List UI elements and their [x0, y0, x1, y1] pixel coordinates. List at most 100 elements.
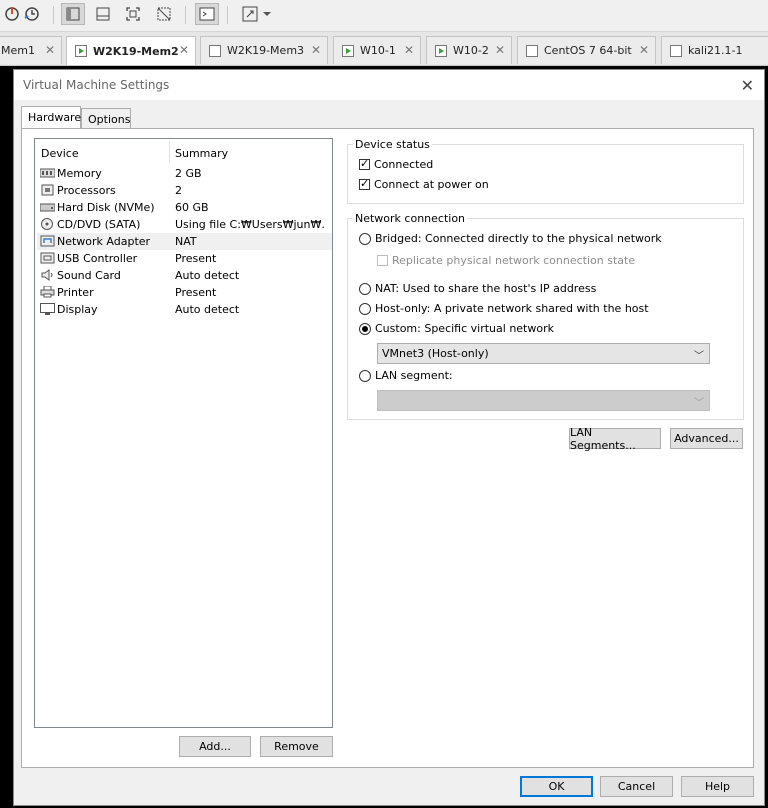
device-row-sound-card[interactable]: Sound Card Auto detect	[37, 267, 332, 284]
thumbnail-bar-icon[interactable]	[91, 3, 115, 25]
device-column-header[interactable]: Device	[41, 147, 79, 160]
sound-card-icon	[41, 269, 53, 281]
connect-at-power-on-checkbox[interactable]: Connect at power on	[359, 177, 489, 191]
processor-icon	[41, 184, 54, 196]
custom-label: Custom: Specific virtual network	[375, 322, 554, 335]
custom-radio[interactable]: Custom: Specific virtual network	[359, 322, 554, 335]
close-icon[interactable]: ✕	[45, 43, 55, 57]
console-view-icon[interactable]	[195, 3, 219, 25]
close-icon[interactable]: ✕	[179, 43, 189, 57]
lan-segments-button[interactable]: LAN Segments...	[569, 426, 661, 452]
nat-radio[interactable]: NAT: Used to share the host's IP address	[359, 282, 596, 295]
summary-column-header[interactable]: Summary	[175, 147, 228, 160]
radio-unchecked[interactable]	[359, 232, 371, 245]
tab-label: Mem1	[1, 44, 35, 57]
tab-centos[interactable]: CentOS 7 64-bit ✕	[517, 36, 656, 64]
vm-icon	[670, 44, 682, 57]
device-name: Memory	[57, 167, 102, 180]
help-button[interactable]: Help	[681, 776, 754, 797]
vm-tab-bar: Mem1 ✕ W2K19-Mem2 ✕ W2K19-Mem3 ✕ W10-1 ✕…	[0, 32, 768, 66]
device-row-hard-disk[interactable]: Hard Disk (NVMe) 60 GB	[37, 199, 332, 216]
radio-checked[interactable]	[359, 322, 371, 335]
advanced-button[interactable]: Advanced...	[670, 428, 743, 449]
device-summary: 2	[175, 184, 182, 197]
ok-button[interactable]: OK	[520, 776, 593, 797]
replicate-label: Replicate physical network connection st…	[392, 254, 636, 267]
radio-unchecked[interactable]	[359, 302, 371, 315]
vm-settings-dialog: Virtual Machine Settings ✕ Hardware Opti…	[13, 69, 765, 806]
running-vm-icon	[435, 44, 447, 57]
stretch-icon[interactable]	[238, 3, 262, 25]
display-icon	[40, 303, 55, 315]
tab-w10-2[interactable]: W10-2 ✕	[426, 36, 512, 64]
device-name: Printer	[57, 286, 94, 299]
tab-options[interactable]: Options	[81, 108, 131, 128]
device-summary: Auto detect	[175, 269, 240, 282]
lan-segment-radio[interactable]: LAN segment:	[359, 369, 453, 382]
device-row-printer[interactable]: Printer Present	[37, 284, 332, 301]
chevron-down-icon[interactable]	[260, 3, 274, 25]
tab-w10-1[interactable]: W10-1 ✕	[333, 36, 421, 64]
tab-label: W10-2	[453, 44, 489, 57]
device-row-processors[interactable]: Processors 2	[37, 182, 332, 199]
sidebar-toggle-icon[interactable]	[61, 3, 85, 25]
device-summary: Using file C:₩Users₩jun₩...	[175, 218, 325, 231]
add-device-button[interactable]: Add...	[179, 736, 251, 757]
usb-icon	[40, 252, 55, 264]
close-icon[interactable]: ✕	[404, 43, 414, 57]
tab-hardware[interactable]: Hardware	[21, 106, 81, 129]
device-row-memory[interactable]: Memory 2 GB	[37, 165, 332, 182]
device-name: USB Controller	[57, 252, 138, 265]
tab-mem1[interactable]: Mem1 ✕	[0, 36, 62, 64]
device-name: Sound Card	[57, 269, 121, 282]
cd-dvd-icon	[41, 218, 53, 230]
connected-label: Connected	[374, 158, 434, 171]
tab-kali[interactable]: kali21.1-1	[661, 36, 768, 64]
nat-label: NAT: Used to share the host's IP address	[375, 282, 597, 295]
memory-icon	[40, 168, 55, 178]
bridged-label: Bridged: Connected directly to the physi…	[375, 232, 662, 245]
toolbar-divider	[227, 6, 228, 24]
host-only-radio[interactable]: Host-only: A private network shared with…	[359, 302, 649, 315]
tab-w2k19-mem3[interactable]: W2K19-Mem3 ✕	[200, 36, 328, 64]
snapshot-icon[interactable]	[20, 3, 44, 25]
close-icon[interactable]: ✕	[495, 43, 505, 57]
tab-label: W10-1	[360, 44, 396, 57]
connected-checkbox[interactable]: Connected	[359, 157, 434, 171]
tab-label: W2K19-Mem2	[93, 44, 179, 58]
unity-icon[interactable]	[152, 3, 176, 25]
toolbar-divider	[185, 6, 186, 24]
network-adapter-icon	[40, 235, 55, 247]
connect-at-power-on-label: Connect at power on	[374, 178, 489, 191]
checkbox-checked[interactable]	[359, 177, 370, 190]
column-divider[interactable]	[169, 141, 170, 163]
tab-w2k19-mem2[interactable]: W2K19-Mem2 ✕	[66, 36, 196, 65]
close-icon[interactable]: ✕	[639, 43, 649, 57]
device-status-group	[347, 144, 744, 204]
toolbar	[0, 0, 768, 32]
hard-disk-icon	[40, 203, 55, 212]
running-vm-icon	[342, 44, 354, 57]
device-summary: 60 GB	[175, 201, 209, 214]
fullscreen-icon[interactable]	[121, 3, 145, 25]
radio-unchecked[interactable]	[359, 282, 371, 295]
remove-device-button[interactable]: Remove	[260, 736, 333, 757]
device-name: CD/DVD (SATA)	[57, 218, 141, 231]
radio-unchecked[interactable]	[359, 369, 371, 382]
device-row-display[interactable]: Display Auto detect	[37, 301, 332, 318]
bridged-radio[interactable]: Bridged: Connected directly to the physi…	[359, 232, 662, 245]
device-row-cd-dvd[interactable]: CD/DVD (SATA) Using file C:₩Users₩jun₩..…	[37, 216, 332, 233]
custom-network-select[interactable]: VMnet3 (Host-only) ﹀	[377, 343, 710, 364]
checkbox-disabled	[377, 255, 388, 266]
device-summary: Present	[175, 252, 217, 265]
tab-label: W2K19-Mem3	[227, 44, 305, 57]
device-list[interactable]: Device Summary Memory 2 GB Processors 2 …	[34, 138, 333, 728]
close-icon[interactable]: ✕	[311, 43, 321, 57]
checkbox-checked[interactable]	[359, 157, 370, 170]
cancel-button[interactable]: Cancel	[600, 776, 673, 797]
device-row-network-adapter[interactable]: Network Adapter NAT	[37, 233, 332, 250]
close-icon[interactable]: ✕	[741, 76, 754, 95]
device-row-usb[interactable]: USB Controller Present	[37, 250, 332, 267]
lan-segment-label: LAN segment:	[375, 369, 453, 382]
vm-icon	[209, 44, 221, 57]
